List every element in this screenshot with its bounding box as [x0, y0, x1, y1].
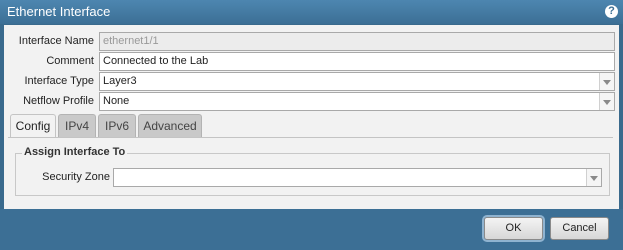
netflow-profile-row: Netflow Profile None — [4, 92, 619, 111]
security-zone-select[interactable] — [113, 168, 602, 187]
tab-advanced[interactable]: Advanced — [138, 114, 202, 137]
chevron-down-icon[interactable] — [599, 73, 614, 90]
security-zone-label: Security Zone — [42, 171, 110, 183]
interface-type-label: Interface Type — [24, 75, 94, 87]
interface-type-value: Layer3 — [103, 75, 137, 87]
interface-name-field: ethernet1/1 — [99, 32, 615, 51]
tab-ipv6[interactable]: IPv6 — [98, 114, 136, 137]
tab-divider — [8, 137, 613, 138]
assign-interface-legend: Assign Interface To — [22, 146, 128, 158]
chevron-down-icon[interactable] — [586, 169, 601, 186]
ok-button[interactable]: OK — [482, 215, 545, 242]
dialog-title: Ethernet Interface — [7, 4, 111, 19]
comment-row: Comment Connected to the Lab — [4, 52, 619, 71]
interface-name-label: Interface Name — [18, 35, 94, 47]
interface-type-select[interactable]: Layer3 — [99, 72, 615, 91]
dialog-footer: OK Cancel — [0, 209, 623, 250]
netflow-profile-select[interactable]: None — [99, 92, 615, 111]
assign-interface-group: Assign Interface To Security Zone — [15, 146, 610, 196]
tab-config[interactable]: Config — [10, 114, 56, 138]
dialog-titlebar: Ethernet Interface ? — [0, 0, 623, 24]
comment-label: Comment — [46, 55, 94, 67]
help-icon[interactable]: ? — [605, 5, 618, 18]
dialog-body: Interface Name ethernet1/1 Comment Conne… — [4, 25, 619, 209]
tab-ipv4[interactable]: IPv4 — [58, 114, 96, 137]
interface-type-row: Interface Type Layer3 — [4, 72, 619, 91]
netflow-profile-label: Netflow Profile — [23, 95, 94, 107]
comment-field[interactable]: Connected to the Lab — [99, 52, 615, 71]
netflow-profile-value: None — [103, 95, 130, 107]
chevron-down-icon[interactable] — [599, 93, 614, 110]
cancel-button[interactable]: Cancel — [550, 217, 609, 240]
interface-name-row: Interface Name ethernet1/1 — [4, 32, 619, 51]
